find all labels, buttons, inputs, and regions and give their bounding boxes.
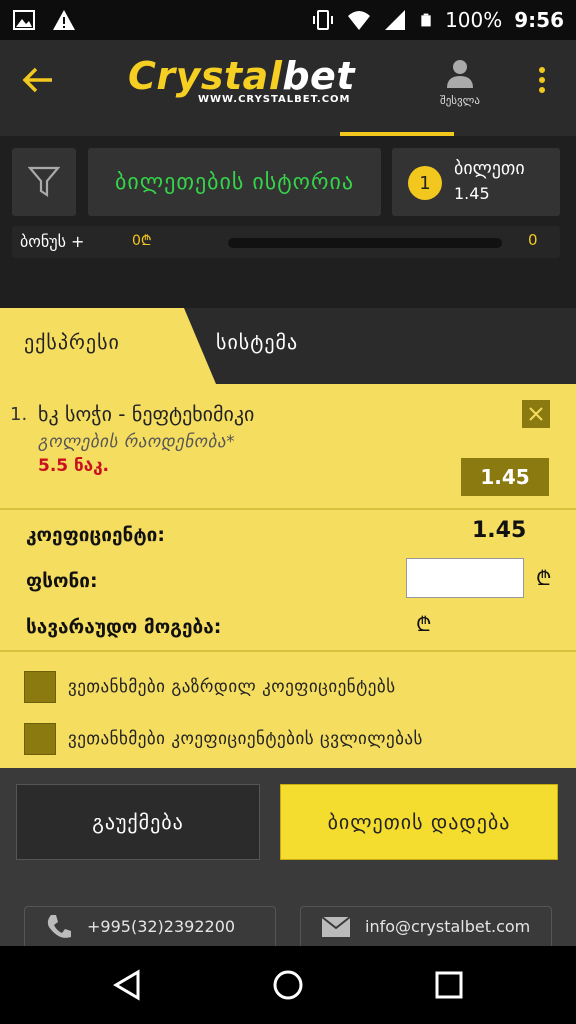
- phone-text: +995(32)2392200: [87, 917, 236, 936]
- battery-icon: [421, 13, 431, 27]
- status-bar: 100% 9:56: [0, 0, 576, 40]
- event-outcome: 5.5 ნაკ.: [38, 456, 110, 476]
- event-name: ხკ სოჭი - ნეფტეხიმიკი: [38, 402, 255, 426]
- bonus-amount: 0₾: [132, 233, 152, 249]
- email-icon: [321, 915, 351, 937]
- phone-contact[interactable]: +995(32)2392200: [24, 906, 276, 946]
- nav-back-icon[interactable]: [110, 968, 144, 1002]
- ticket-value: 1.45: [454, 184, 490, 203]
- logo-main-text: Crystal: [128, 54, 283, 98]
- accept-higher-odds-checkbox[interactable]: [24, 671, 56, 703]
- potential-win-label: სავარაუდო მოგება:: [26, 616, 222, 638]
- accept-higher-odds-label: ვეთანხმები გაზრდილ კოეფიციენტებს: [68, 677, 396, 697]
- ticket-label: ბილეთი: [454, 158, 525, 179]
- potential-win-currency: ₾: [416, 612, 432, 636]
- bet-event: 1. ხკ სოჭი - ნეფტეხიმიკი გოლების რაოდენო…: [0, 384, 576, 510]
- email-text: info@crystalbet.com: [365, 917, 531, 936]
- email-contact[interactable]: info@crystalbet.com: [300, 906, 552, 946]
- event-market: გოლების რაოდენობა*: [38, 432, 236, 452]
- place-bet-button[interactable]: ბილეთის დადება: [280, 784, 558, 860]
- clock: 9:56: [514, 8, 564, 32]
- wifi-icon: [348, 11, 371, 30]
- app-header: Crystalbet WWW.CRYSTALBET.COM შესვლა: [0, 40, 576, 120]
- user-icon: [447, 60, 473, 88]
- accept-odds-change-label: ვეთანხმები კოეფიციენტების ცვლილებას: [68, 729, 423, 749]
- image-icon: [13, 10, 35, 30]
- bonus-bar: ბონუს + 0₾ 0: [12, 226, 560, 258]
- warning-icon: [53, 10, 75, 30]
- stake-currency: ₾: [536, 566, 552, 590]
- phone-icon: [47, 914, 71, 938]
- stake-label: ფსონი:: [26, 570, 98, 592]
- contacts-footer: +995(32)2392200 info@crystalbet.com: [0, 878, 576, 946]
- event-odd: 1.45: [461, 458, 549, 496]
- back-arrow-icon[interactable]: [22, 66, 54, 94]
- filter-button[interactable]: [12, 148, 76, 216]
- remove-event-button[interactable]: [522, 400, 550, 428]
- betslip-tabs: ექსპრესი სისტემა: [0, 308, 576, 384]
- bonus-label[interactable]: ბონუს +: [20, 232, 84, 251]
- nav-home-icon[interactable]: [271, 968, 305, 1002]
- filter-icon: [28, 166, 60, 198]
- close-icon: [529, 407, 543, 421]
- accept-odds-change-option[interactable]: ვეთანხმები კოეფიციენტების ცვლილებას: [24, 722, 423, 756]
- crystalbet-logo[interactable]: Crystalbet WWW.CRYSTALBET.COM: [128, 54, 380, 110]
- ticket-summary: ბილეთების ისტორია 1 ბილეთი 1.45 ბონუს + …: [0, 136, 576, 306]
- signal-icon: [385, 10, 406, 30]
- tab-express-label: ექსპრესი: [24, 330, 120, 354]
- login-button[interactable]: შესვლა: [432, 58, 488, 107]
- tickets-counter[interactable]: 1 ბილეთი 1.45: [392, 148, 560, 216]
- cancel-button[interactable]: გაუქმება: [16, 784, 260, 860]
- logo-accent-text: bet: [282, 54, 355, 98]
- more-options-icon[interactable]: [534, 66, 550, 94]
- accept-odds-change-checkbox[interactable]: [24, 723, 56, 755]
- bet-options: ვეთანხმები გაზრდილ კოეფიციენტებს ვეთანხმ…: [0, 654, 576, 768]
- login-label: შესვლა: [440, 94, 480, 107]
- coef-label: კოეფიციენტი:: [26, 524, 165, 546]
- betslip-actions: გაუქმება ბილეთის დადება: [0, 768, 576, 878]
- bet-calculation: კოეფიციენტი: 1.45 ფსონი: ₾ სავარაუდო მოგ…: [0, 512, 576, 652]
- ticket-history-button[interactable]: ბილეთების ისტორია: [88, 148, 381, 216]
- accept-higher-odds-option[interactable]: ვეთანხმები გაზრდილ კოეფიციენტებს: [24, 670, 396, 704]
- tab-system[interactable]: სისტემა: [216, 330, 298, 354]
- ticket-count-badge: 1: [408, 166, 442, 200]
- stake-input[interactable]: [406, 558, 524, 598]
- system-nav-bar: [0, 946, 576, 1024]
- coef-value: 1.45: [472, 518, 527, 543]
- event-index: 1.: [10, 404, 28, 425]
- tab-express[interactable]: ექსპრესი: [0, 308, 216, 384]
- nav-recents-icon[interactable]: [432, 968, 466, 1002]
- betslip: 1. ხკ სოჭი - ნეფტეხიმიკი გოლების რაოდენო…: [0, 384, 576, 768]
- bonus-progress-track: [228, 238, 502, 248]
- bonus-count: 0: [528, 231, 538, 249]
- category-tabstrip[interactable]: [0, 120, 576, 136]
- vibrate-icon: [313, 10, 334, 30]
- battery-text: 100%: [445, 8, 503, 32]
